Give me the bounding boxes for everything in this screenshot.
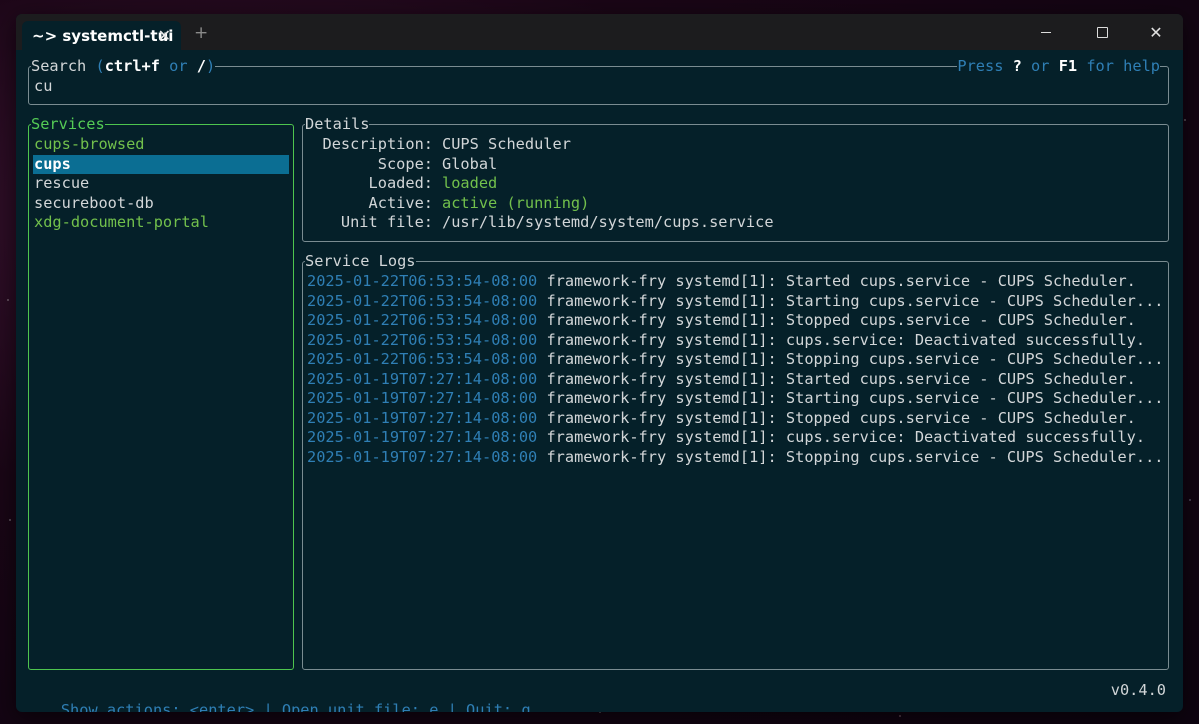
details-list: Description: CUPS Scheduler Scope: Globa… [303,135,774,233]
version-label: v0.4.0 [1110,681,1166,699]
details-panel: Details Description: CUPS Scheduler Scop… [302,115,1169,242]
log-timestamp: 2025-01-19T07:27:14-08:00 [307,389,538,407]
log-message: framework-fry systemd[1]: Stopping cups.… [537,447,1164,466]
help-key-f1: F1 [1058,57,1078,75]
help-key-question: ? [1012,57,1022,75]
log-timestamp: 2025-01-19T07:27:14-08:00 [307,408,538,427]
detail-key: Active: [368,193,433,212]
search-title-open: ( [86,57,105,75]
search-input[interactable]: cu [34,77,52,95]
detail-key: Unit file: [340,213,433,231]
title-bar: ~> systemctl-tui ✕ + ✕ [16,14,1183,50]
log-timestamp: 2025-01-22T06:53:54-08:00 [307,330,538,349]
services-panel-title: Services [31,115,105,133]
detail-key: Scope: [377,154,433,173]
maximize-icon [1096,26,1108,38]
log-list: 2025-01-22T06:53:54-08:00 framework-fry … [307,272,1164,467]
log-message: framework-fry systemd[1]: Started cups.s… [537,369,1136,388]
search-title-label: Search [31,57,87,75]
services-panel: Services cups-browsed cups rescue secure… [28,115,294,670]
details-panel-title: Details [305,115,370,133]
search-title-close: ) [206,57,216,75]
detail-value: Global [442,154,498,173]
detail-key: Description: [322,135,433,153]
log-message: framework-fry systemd[1]: Started cups.s… [537,272,1136,290]
log-timestamp: 2025-01-19T07:27:14-08:00 [307,447,538,466]
tab-title: ~> systemctl-tui [32,26,174,45]
close-window-button[interactable]: ✕ [1128,14,1183,50]
log-timestamp: 2025-01-22T06:53:54-08:00 [307,311,538,329]
log-entry: 2025-01-22T06:53:54-08:00 framework-fry … [307,350,1164,370]
status-bar: Show actions: <enter> | Open unit file: … [24,680,1174,712]
service-item-xdg-document-portal[interactable]: xdg-document-portal [33,213,289,233]
log-message: framework-fry systemd[1]: Stopping cups.… [537,350,1164,368]
log-message: framework-fry systemd[1]: cups.service: … [537,330,1146,349]
log-timestamp: 2025-01-22T06:53:54-08:00 [307,272,538,290]
close-icon: ✕ [1149,22,1163,42]
terminal-window: ~> systemctl-tui ✕ + ✕ Search (ctrl+f or… [16,14,1183,712]
service-logs-panel[interactable]: Service Logs 2025-01-22T06:53:54-08:00 f… [302,252,1169,670]
service-item-cups[interactable]: cups [33,154,289,174]
help-suffix: for help [1077,57,1160,75]
log-timestamp: 2025-01-19T07:27:14-08:00 [307,428,538,446]
service-item-rescue[interactable]: rescue [33,174,289,194]
detail-row-unit-file: Unit file: /usr/lib/systemd/system/cups.… [303,213,774,233]
detail-key: Loaded: [368,174,433,192]
log-entry: 2025-01-19T07:27:14-08:00 framework-fry … [307,409,1164,429]
log-timestamp: 2025-01-19T07:27:14-08:00 [307,369,538,388]
log-timestamp: 2025-01-22T06:53:54-08:00 [307,291,538,310]
log-entry: 2025-01-19T07:27:14-08:00 framework-fry … [307,370,1164,390]
tab-close-icon[interactable]: ✕ [158,26,171,45]
log-message: framework-fry systemd[1]: Starting cups.… [537,389,1164,407]
search-panel[interactable]: Search (ctrl+f or /) Press ? or F1 for h… [28,57,1169,105]
detail-row-scope: Scope: Global [303,155,774,175]
help-press: Press [957,57,1013,75]
log-entry: 2025-01-19T07:27:14-08:00 framework-fry … [307,448,1164,468]
new-tab-button[interactable]: + [194,23,208,43]
keybinding-hints: Show actions: <enter> | Open unit file: … [60,701,531,712]
log-message: framework-fry systemd[1]: Starting cups.… [537,291,1164,310]
search-shortcut-slash: / [196,57,207,75]
detail-value: CUPS Scheduler [442,135,571,153]
detail-row-loaded: Loaded: loaded [303,174,774,194]
log-message: framework-fry systemd[1]: Stopped cups.s… [537,408,1136,427]
detail-value-unit-file-path: /usr/lib/systemd/system/cups.service [442,213,774,231]
log-entry: 2025-01-19T07:27:14-08:00 framework-fry … [307,389,1164,409]
detail-row-description: Description: CUPS Scheduler [303,135,774,155]
service-logs-panel-title: Service Logs [305,252,416,270]
search-shortcut-ctrl-f: ctrl+f [104,57,160,75]
log-timestamp: 2025-01-22T06:53:54-08:00 [307,350,538,368]
log-entry: 2025-01-22T06:53:54-08:00 framework-fry … [307,331,1164,351]
minimize-button[interactable] [1018,14,1074,50]
service-item-cups-browsed[interactable]: cups-browsed [33,135,289,155]
help-or: or [1021,57,1059,75]
log-entry: 2025-01-19T07:27:14-08:00 framework-fry … [307,428,1164,448]
service-item-secureboot-db[interactable]: secureboot-db [33,194,289,214]
tab-systemctl-tui[interactable]: ~> systemctl-tui ✕ [22,21,181,50]
detail-value-active-status: active (running) [442,193,590,212]
detail-value-loaded-status: loaded [442,174,498,192]
search-panel-title: Search (ctrl+f or /) [31,57,216,75]
search-title-or: or [159,57,197,75]
log-message: framework-fry systemd[1]: Stopped cups.s… [537,311,1136,329]
help-hint: Press ? or F1 for help [957,57,1160,75]
log-entry: 2025-01-22T06:53:54-08:00 framework-fry … [307,311,1164,331]
services-list: cups-browsed cups rescue secureboot-db x… [33,135,289,233]
log-entry: 2025-01-22T06:53:54-08:00 framework-fry … [307,292,1164,312]
log-entry: 2025-01-22T06:53:54-08:00 framework-fry … [307,272,1164,292]
maximize-button[interactable] [1074,14,1130,50]
log-message: framework-fry systemd[1]: cups.service: … [537,428,1146,446]
minimize-icon [1041,31,1051,33]
detail-row-active: Active: active (running) [303,194,774,214]
